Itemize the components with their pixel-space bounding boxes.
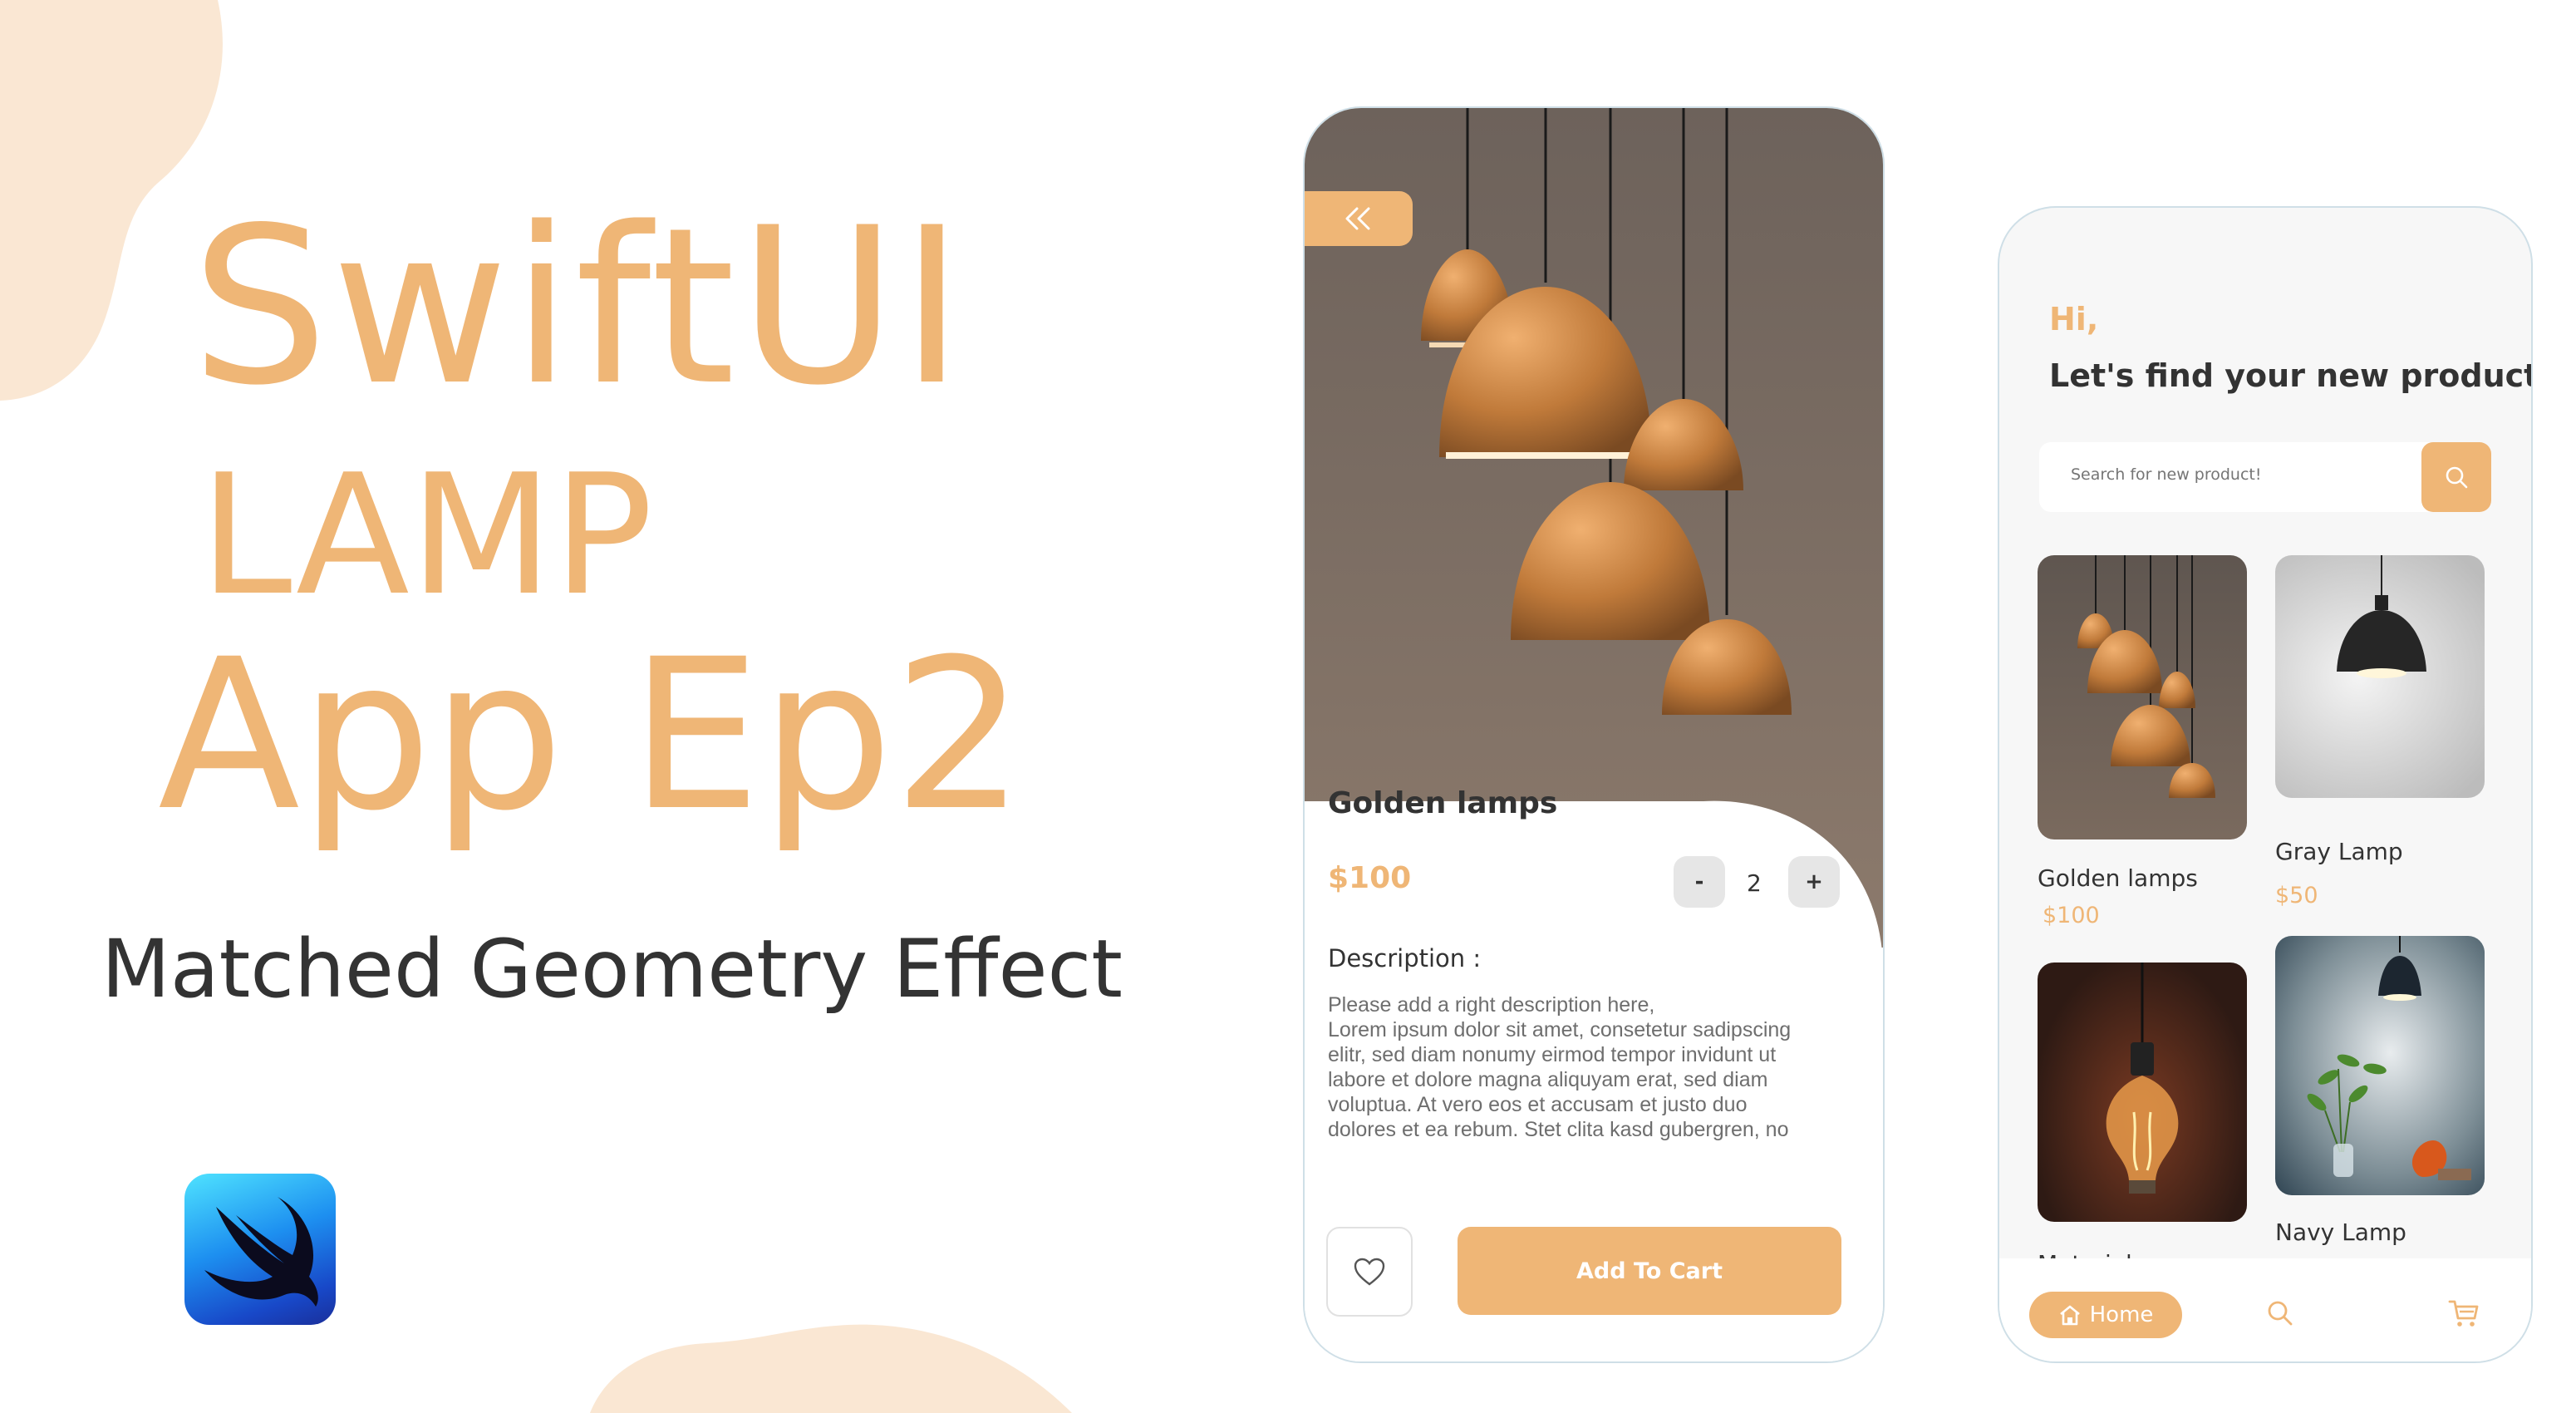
- banner-title-app-episode: App Ep2: [158, 614, 1025, 856]
- search-icon: [2268, 1301, 2293, 1326]
- home-screen: Hi, Let's find your new product Search f…: [1998, 206, 2533, 1363]
- product-detail-screen: Golden lamps $100 - 2 + Description : Pl…: [1303, 106, 1885, 1363]
- bottom-tab-bar: Home: [1999, 1258, 2531, 1361]
- add-to-cart-button[interactable]: Add To Cart: [1458, 1227, 1841, 1315]
- greeting-text: Hi,: [2049, 301, 2099, 337]
- favorite-button[interactable]: [1326, 1227, 1413, 1317]
- description-text: Please add a right description here, Lor…: [1328, 993, 1792, 1141]
- back-button[interactable]: [1305, 191, 1413, 246]
- home-headline: Let's find your new product: [2049, 357, 2533, 394]
- decorative-blob-bottom: [590, 1324, 1072, 1413]
- banner-title-swiftui: SwiftUI: [191, 182, 967, 433]
- tab-home[interactable]: Home: [2029, 1292, 2182, 1338]
- product-card-image-navy-lamp[interactable]: [2275, 936, 2485, 1195]
- product-card-price: $50: [2275, 883, 2318, 908]
- quantity-value: 2: [1747, 869, 1762, 897]
- product-card-price: $100: [2043, 903, 2100, 928]
- tab-search[interactable]: [2265, 1298, 2298, 1332]
- heart-icon: [1354, 1258, 1385, 1286]
- product-card-name: Material: [2038, 1243, 2132, 1258]
- swift-logo-icon: [184, 1174, 336, 1325]
- product-price: $100: [1328, 861, 1412, 895]
- search-icon: [2446, 466, 2468, 489]
- increase-quantity-button[interactable]: +: [1788, 856, 1840, 908]
- product-card-name: Gray Lamp: [2275, 838, 2403, 865]
- product-name: Golden lamps: [1328, 786, 1558, 820]
- banner-subtitle: Matched Geometry Effect: [101, 923, 1123, 1016]
- banner-title-lamp: LAMP: [199, 439, 653, 633]
- tab-home-label: Home: [2089, 1302, 2154, 1327]
- cart-icon: [2448, 1300, 2479, 1327]
- house-icon: [2059, 1305, 2080, 1326]
- description-title: Description :: [1328, 944, 1482, 972]
- double-chevron-left-icon: [1345, 207, 1370, 230]
- search-input[interactable]: [2071, 465, 2403, 484]
- search-bar: [2039, 442, 2491, 512]
- product-card-image-golden-lamps[interactable]: [2038, 555, 2247, 839]
- product-card-image-material[interactable]: [2038, 963, 2247, 1222]
- product-card-name: Navy Lamp: [2275, 1219, 2406, 1246]
- tab-cart[interactable]: [2448, 1298, 2481, 1332]
- decrease-quantity-button[interactable]: -: [1674, 856, 1725, 908]
- search-button[interactable]: [2421, 442, 2491, 512]
- product-card-name: Golden lamps: [2038, 864, 2198, 892]
- product-card-image-gray-lamp[interactable]: [2275, 555, 2485, 798]
